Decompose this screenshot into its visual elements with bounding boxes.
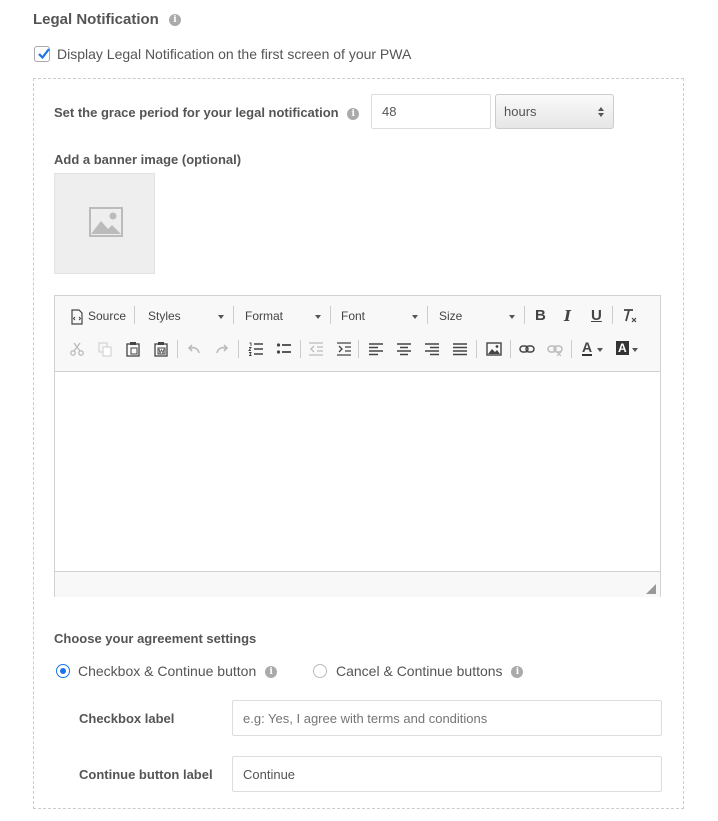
align-right-icon[interactable] <box>424 341 440 357</box>
bold-button[interactable]: B <box>535 307 546 324</box>
continue-label-title: Continue button label <box>79 767 213 782</box>
checkbox-label-title: Checkbox label <box>79 711 175 726</box>
indent-icon[interactable] <box>336 341 352 357</box>
toolbar-separator <box>476 340 477 358</box>
styles-dropdown[interactable]: Styles <box>148 309 181 323</box>
rich-text-editor: Source Styles Format Font Size B I U A A <box>54 295 661 597</box>
toolbar-separator <box>177 340 178 358</box>
continue-button-label-input[interactable] <box>232 756 662 792</box>
chevron-down-icon <box>632 348 638 352</box>
editor-content-area[interactable] <box>55 372 660 570</box>
outdent-icon[interactable] <box>308 341 324 357</box>
chevron-down-icon <box>597 348 603 352</box>
toolbar-separator <box>358 340 359 358</box>
section-title: Legal Notification i <box>33 11 182 28</box>
agreement-heading: Choose your agreement settings <box>54 631 257 646</box>
align-center-icon[interactable] <box>396 341 412 357</box>
toolbar-separator <box>134 306 135 324</box>
radio-checkbox-continue-label: Checkbox & Continue button i <box>78 663 278 679</box>
undo-icon[interactable] <box>186 341 202 357</box>
toolbar-separator <box>571 340 572 358</box>
link-icon[interactable] <box>519 341 535 357</box>
display-legal-checkbox[interactable] <box>34 46 50 62</box>
grace-unit-select[interactable]: hours <box>495 94 614 129</box>
info-icon[interactable]: i <box>169 14 182 27</box>
info-icon[interactable]: i <box>265 666 278 679</box>
source-icon[interactable] <box>69 309 85 325</box>
underline-button[interactable]: U <box>591 307 602 324</box>
radio-cancel-continue[interactable] <box>313 664 327 678</box>
info-icon[interactable]: i <box>347 107 360 120</box>
paste-word-icon[interactable] <box>153 341 169 357</box>
resize-handle-icon[interactable] <box>646 584 656 594</box>
toolbar-separator <box>233 306 234 324</box>
bullet-list-icon[interactable] <box>276 341 292 357</box>
align-left-icon[interactable] <box>368 341 384 357</box>
section-title-text: Legal Notification <box>33 11 159 28</box>
grace-period-input[interactable]: 48 <box>371 94 491 129</box>
image-icon[interactable] <box>486 341 502 357</box>
format-dropdown[interactable]: Format <box>245 309 283 323</box>
toolbar-separator <box>510 340 511 358</box>
checkmark-icon <box>38 48 50 60</box>
paste-icon[interactable] <box>125 341 141 357</box>
radio-checkbox-continue-text: Checkbox & Continue button <box>78 663 257 679</box>
image-placeholder-icon <box>89 207 123 237</box>
checkbox-label-input[interactable] <box>232 700 662 736</box>
redo-icon[interactable] <box>214 341 230 357</box>
editor-toolbar: Source Styles Format Font Size B I U A A <box>55 296 660 372</box>
align-justify-icon[interactable] <box>452 341 468 357</box>
chevron-down-icon <box>509 315 515 319</box>
copy-icon[interactable] <box>97 341 113 357</box>
source-button[interactable]: Source <box>88 309 126 323</box>
font-color-button[interactable]: A <box>582 340 593 356</box>
toolbar-separator <box>524 306 525 324</box>
background-color-button[interactable]: A <box>616 341 629 355</box>
radio-checkbox-continue[interactable] <box>56 664 70 678</box>
remove-format-icon[interactable] <box>622 308 638 324</box>
editor-footer <box>55 571 660 597</box>
info-icon[interactable]: i <box>511 666 524 679</box>
grace-period-label: Set the grace period for your legal noti… <box>54 105 360 120</box>
toolbar-separator <box>238 340 239 358</box>
chevron-down-icon <box>218 315 224 319</box>
banner-label: Add a banner image (optional) <box>54 152 242 167</box>
size-dropdown[interactable]: Size <box>439 309 462 323</box>
italic-button[interactable]: I <box>564 307 571 325</box>
grace-unit-value: hours <box>504 104 537 119</box>
select-arrows-icon <box>598 106 604 117</box>
numbered-list-icon[interactable] <box>248 341 264 357</box>
radio-cancel-continue-text: Cancel & Continue buttons <box>336 663 503 679</box>
chevron-down-icon <box>315 315 321 319</box>
font-dropdown[interactable]: Font <box>341 309 365 323</box>
toolbar-separator <box>300 340 301 358</box>
cut-icon[interactable] <box>69 341 85 357</box>
banner-image-upload[interactable] <box>54 173 155 274</box>
chevron-down-icon <box>412 315 418 319</box>
toolbar-separator <box>612 306 613 324</box>
display-legal-label: Display Legal Notification on the first … <box>57 46 412 62</box>
radio-cancel-continue-label: Cancel & Continue buttons i <box>336 663 524 679</box>
unlink-icon[interactable] <box>547 341 563 357</box>
toolbar-separator <box>427 306 428 324</box>
grace-period-label-text: Set the grace period for your legal noti… <box>54 105 339 120</box>
toolbar-separator <box>330 306 331 324</box>
